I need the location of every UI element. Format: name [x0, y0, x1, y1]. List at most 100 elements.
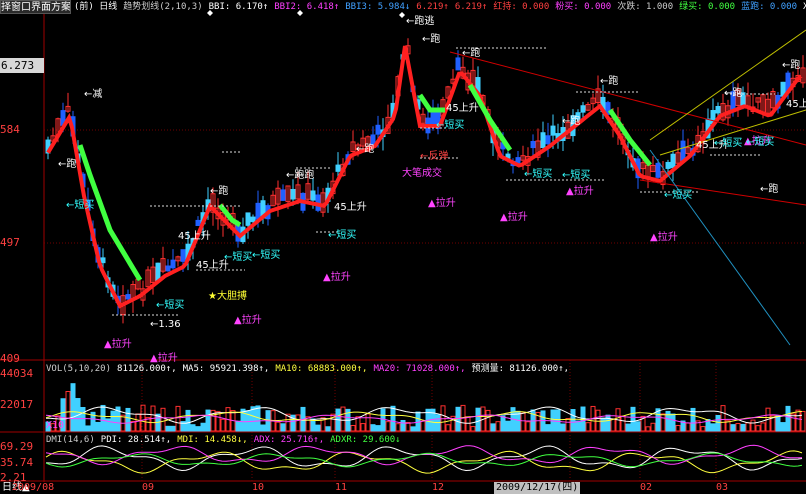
- annotation-label: ←跑: [724, 88, 743, 99]
- volume-bar: [735, 423, 741, 432]
- volume-bar: [135, 413, 141, 432]
- volume-bar: [545, 424, 551, 432]
- candle-body: [375, 124, 381, 135]
- annotation-label: ▲拉升: [566, 186, 594, 197]
- volume-bar: [800, 410, 806, 432]
- volume-bar: [585, 422, 591, 432]
- volume-bar: [160, 407, 166, 432]
- volume-bar: [555, 409, 561, 432]
- time-axis-label: 09: [142, 482, 155, 493]
- annotation-label: ←短买: [562, 170, 591, 181]
- annotation-label: ▲拉升: [650, 232, 678, 243]
- header-item: PDI: 28.514↑,: [100, 435, 172, 445]
- volume-axis-label-high: 44034: [0, 367, 34, 380]
- volume-bar: [85, 425, 91, 432]
- volume-bar: [700, 426, 706, 432]
- volume-bar: [650, 422, 656, 432]
- volume-bar: [140, 404, 146, 432]
- volume-bar: [185, 409, 191, 432]
- annotation-label: ←短买: [664, 190, 693, 201]
- volume-bar: [70, 383, 76, 432]
- volume-bar: [750, 419, 756, 432]
- volume-bar: [710, 423, 716, 432]
- select-window-scheme-button[interactable]: 择窗口界面方案: [0, 0, 71, 14]
- candle-body: [245, 212, 251, 226]
- volume-bar: [65, 391, 71, 432]
- volume-bar: [625, 423, 631, 432]
- candle-body: [250, 216, 256, 223]
- annotation-label: ←反弹: [420, 151, 449, 162]
- volume-bar: [600, 417, 606, 432]
- volume-bar: [375, 425, 381, 432]
- volume-bar: [395, 423, 401, 432]
- header-item: 红持: 0.000: [493, 2, 550, 12]
- volume-bar: [200, 422, 206, 432]
- volume-bar: [785, 405, 791, 432]
- volume-bar: [170, 425, 176, 432]
- header-item: 81126.000↑,: [117, 364, 177, 374]
- annotation-label: ←跑: [462, 48, 481, 59]
- header-item: MA20: 71028.000↑,: [373, 364, 466, 374]
- annotation-label: 45上升: [786, 99, 806, 110]
- volume-bar: [565, 418, 571, 432]
- volume-bar: [405, 421, 411, 432]
- annotation-label: ←1.36: [150, 319, 181, 330]
- header-item: 蓝跑: 0.000: [741, 2, 798, 12]
- header-item: VOL(5,10,20): [46, 364, 112, 374]
- time-axis-bar: [0, 482, 806, 494]
- volume-bar: [760, 422, 766, 432]
- main-indicator-header: (前) 日线 趋势划线(2,10,3) BBI: 6.170↑ BBI2: 6.418…: [74, 1, 806, 13]
- candle-body: [100, 257, 106, 264]
- volume-bar: [610, 418, 616, 432]
- volume-bar: [755, 425, 761, 432]
- volume-bar: [390, 405, 396, 432]
- volume-bar: [670, 413, 676, 432]
- volume-bar: [190, 424, 196, 432]
- price-axis-label-584: 584: [0, 123, 20, 136]
- price-axis-label-409: 409: [0, 352, 20, 365]
- annotation-label: ←跑: [210, 186, 229, 197]
- dmi-axis-label-mid: 35.74: [0, 456, 34, 469]
- volume-bar: [715, 414, 721, 432]
- volume-bar: [465, 416, 471, 432]
- annotation-label: ←跑: [562, 116, 581, 127]
- volume-bar: [125, 407, 131, 432]
- time-axis-label: 11: [335, 482, 348, 493]
- annotation-label: ←跑: [600, 76, 619, 87]
- selected-date-label: 2009/12/17(四): [494, 482, 581, 494]
- volume-bar: [575, 420, 581, 432]
- time-axis-label: 12: [432, 482, 445, 493]
- dmi-axis-label-high: 69.29: [0, 440, 34, 453]
- annotation-label: ←跑: [422, 34, 441, 45]
- volume-bar: [740, 423, 746, 432]
- header-item: (前) 日线: [74, 2, 118, 12]
- candle-body: [530, 140, 536, 149]
- volume-bar: [645, 426, 651, 432]
- candle-body: [165, 265, 171, 272]
- annotation-label: 45上升: [446, 103, 479, 114]
- volume-bar: [505, 420, 511, 432]
- volume-bar: [340, 406, 346, 432]
- candle-body: [545, 135, 551, 145]
- time-axis-label: 2009/08: [12, 482, 55, 493]
- volume-bar: [660, 413, 666, 432]
- annotation-label: ←短买: [252, 250, 281, 261]
- volume-bar: [220, 418, 226, 432]
- volume-bar: [630, 406, 636, 432]
- candle-body: [715, 106, 721, 114]
- volume-bar: [495, 421, 501, 432]
- volume-bar: [685, 422, 691, 432]
- volume-bar: [260, 424, 266, 432]
- volume-bar: [80, 407, 86, 432]
- volume-bar: [95, 421, 101, 432]
- trend-ribbon-green: [467, 83, 513, 152]
- volume-bar: [110, 410, 116, 432]
- annotation-label: ▲拉升: [234, 315, 262, 326]
- annotation-label: 45上升: [178, 231, 211, 242]
- annotation-label: ▲拉升: [323, 272, 351, 283]
- volume-bar: [175, 405, 181, 432]
- stock-chart-canvas[interactable]: [0, 0, 806, 494]
- candle-body: [665, 161, 671, 169]
- annotation-label: ←跑: [782, 60, 801, 71]
- volume-unit-label: X10: [46, 420, 65, 431]
